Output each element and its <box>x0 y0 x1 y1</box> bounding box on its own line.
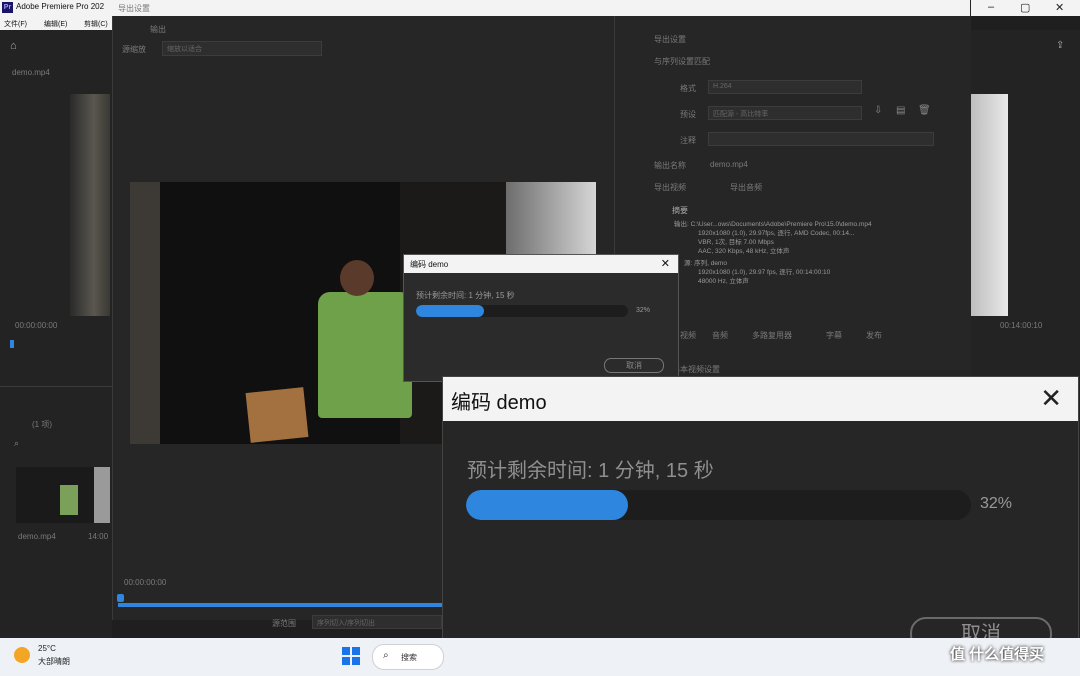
project-item-count: (1 项) <box>32 420 52 429</box>
search-icon[interactable]: ⌕ <box>14 438 19 449</box>
summary-line-6: 1920x1080 (1.0), 29.97 fps, 逐行, 00:14:00… <box>698 269 831 276</box>
source-scaling-label: 源缩放 <box>122 45 146 54</box>
divider <box>0 386 112 387</box>
weather-temperature: 25°C <box>38 644 56 653</box>
output-name-label: 输出名称 <box>654 161 686 170</box>
export-dialog-title: 导出设置 <box>118 4 150 13</box>
large-progress-bar <box>466 490 971 520</box>
export-audio-checkbox[interactable]: 导出音频 <box>730 182 762 193</box>
clip-thumbnail[interactable] <box>16 467 110 523</box>
summary-line-3: VBR, 1次, 目标 7.00 Mbps <box>698 239 774 246</box>
tab-audio[interactable]: 音频 <box>712 330 728 341</box>
windows-start-icon[interactable] <box>342 647 360 665</box>
summary-line-4: AAC, 320 Kbps, 48 kHz, 立体声 <box>698 248 790 255</box>
export-settings-header: 导出设置 <box>654 35 686 44</box>
summary-source: 源: 序列, demo <box>684 260 727 267</box>
small-close-icon[interactable]: ✕ <box>661 257 670 270</box>
export-timecode: 00:00:00:00 <box>124 578 167 587</box>
summary-header: 摘要 <box>672 206 688 215</box>
export-dialog-titlebar: 导出设置 <box>112 0 970 16</box>
basic-video-settings: 基本视频设置 <box>672 365 720 374</box>
small-remaining-time: 预计剩余时间: 1 分钟, 15 秒 <box>416 291 515 300</box>
share-icon[interactable]: ⇪ <box>1056 40 1064 51</box>
comment-label: 注释 <box>680 136 696 145</box>
large-progress-fill <box>466 490 628 520</box>
encoding-dialog-large: 编码 demo ✕ 预计剩余时间: 1 分钟, 15 秒 32% 取消 <box>443 377 1078 669</box>
taskbar-search-icon: ⌕ <box>383 650 389 661</box>
program-timecode: 00:14:00:10 <box>1000 321 1043 330</box>
format-select[interactable]: H.264 <box>708 80 862 94</box>
small-dialog-title: 编码 demo <box>410 260 449 269</box>
summary-line-2: 1920x1080 (1.0), 29.97fps, 逐行, AMD Codec… <box>698 230 855 237</box>
export-timeline-bar[interactable] <box>118 603 444 607</box>
export-video-checkbox[interactable]: 导出视频 <box>654 182 686 193</box>
weather-condition: 大部晴朗 <box>38 657 70 666</box>
tab-multiplexer[interactable]: 多路复用器 <box>752 330 792 341</box>
preset-select[interactable]: 匹配源 - 高比特率 <box>708 106 862 120</box>
match-sequence-checkbox[interactable]: 与序列设置匹配 <box>654 56 710 67</box>
tab-video[interactable]: 视频 <box>680 330 696 341</box>
preview-doorframe <box>130 182 160 444</box>
delete-preset-icon[interactable]: 🗑 <box>918 105 931 116</box>
timeline-playhead[interactable] <box>117 594 124 602</box>
preview-person <box>318 292 412 418</box>
small-cancel-button[interactable]: 取消 <box>604 358 664 373</box>
preview-box <box>245 387 309 443</box>
preview-head <box>340 260 374 296</box>
program-preview <box>970 94 1008 316</box>
tab-output[interactable]: 输出 <box>150 24 166 35</box>
close-button[interactable]: ✕ <box>1055 1 1064 14</box>
large-dialog-title: 编码 demo <box>451 392 547 414</box>
large-progress-percent: 32% <box>980 495 1013 512</box>
comment-input[interactable] <box>708 132 934 146</box>
source-preview <box>70 94 110 316</box>
small-progress-fill <box>416 305 484 317</box>
maximize-button[interactable]: ▢ <box>1020 1 1030 14</box>
clip-duration: 14:00 <box>88 532 109 541</box>
small-dialog-titlebar: 编码 demo ✕ <box>404 255 678 273</box>
import-preset-icon[interactable]: ▤ <box>896 105 905 116</box>
small-progress-percent: 32% <box>636 307 651 314</box>
menu-edit[interactable]: 编辑(E) <box>44 19 67 29</box>
source-timecode: 00:00:00:00 <box>15 321 58 330</box>
large-close-icon[interactable]: ✕ <box>1040 383 1062 414</box>
home-icon[interactable]: ⌂ <box>10 40 20 52</box>
taskbar-search[interactable]: ⌕ 搜索 <box>372 644 444 670</box>
tab-captions[interactable]: 字幕 <box>826 330 842 341</box>
thumbnail-figure <box>60 485 78 515</box>
format-label: 格式 <box>680 84 696 93</box>
summary-line-7: 48000 Hz, 立体声 <box>698 278 749 285</box>
premiere-logo: Pr <box>2 2 13 13</box>
tab-publish[interactable]: 发布 <box>866 330 882 341</box>
menubar: 文件(F) 编辑(E) 剪辑(C) <box>0 16 112 30</box>
menu-file[interactable]: 文件(F) <box>4 19 27 29</box>
left-panels: ⌂ demo.mp4 00:00:00:00 (1 项) ⌕ demo.mp4 … <box>0 30 112 640</box>
summary-output: 输出: C:\User...ows\Documents\Adobe\Premie… <box>674 221 872 228</box>
playhead-marker[interactable] <box>10 340 14 348</box>
taskbar-search-label: 搜索 <box>401 653 417 662</box>
preset-label: 预设 <box>680 110 696 119</box>
app-title: Adobe Premiere Pro 202 <box>16 2 105 11</box>
thumbnail-wall <box>94 467 110 523</box>
minimize-button[interactable]: – <box>988 1 994 13</box>
summary-block: 输出: C:\User...ows\Documents\Adobe\Premie… <box>674 220 938 286</box>
source-range-label: 源范围 <box>272 619 296 628</box>
menu-clip[interactable]: 剪辑(C) <box>84 19 108 29</box>
save-preset-icon[interactable]: ⇩ <box>874 105 882 116</box>
weather-icon[interactable] <box>14 647 30 663</box>
remaining-time-text: 预计剩余时间: 1 分钟, 15 秒 <box>467 460 714 482</box>
watermark: 值 什么值得买 <box>950 646 1045 663</box>
small-progress-bar <box>416 305 628 317</box>
large-dialog-titlebar: 编码 demo ✕ <box>443 377 1078 421</box>
source-clip-name: demo.mp4 <box>12 68 50 77</box>
source-scaling-select[interactable]: 缩放以适合 <box>162 41 322 56</box>
clip-label: demo.mp4 <box>18 532 56 541</box>
windows-taskbar: 25°C 大部晴朗 ⌕ 搜索 <box>0 638 1080 676</box>
encoding-dialog-small: 编码 demo ✕ 预计剩余时间: 1 分钟, 15 秒 32% 取消 <box>403 254 679 382</box>
source-range-select[interactable]: 序列切入/序列切出 <box>312 615 442 629</box>
output-name-link[interactable]: demo.mp4 <box>710 160 748 169</box>
